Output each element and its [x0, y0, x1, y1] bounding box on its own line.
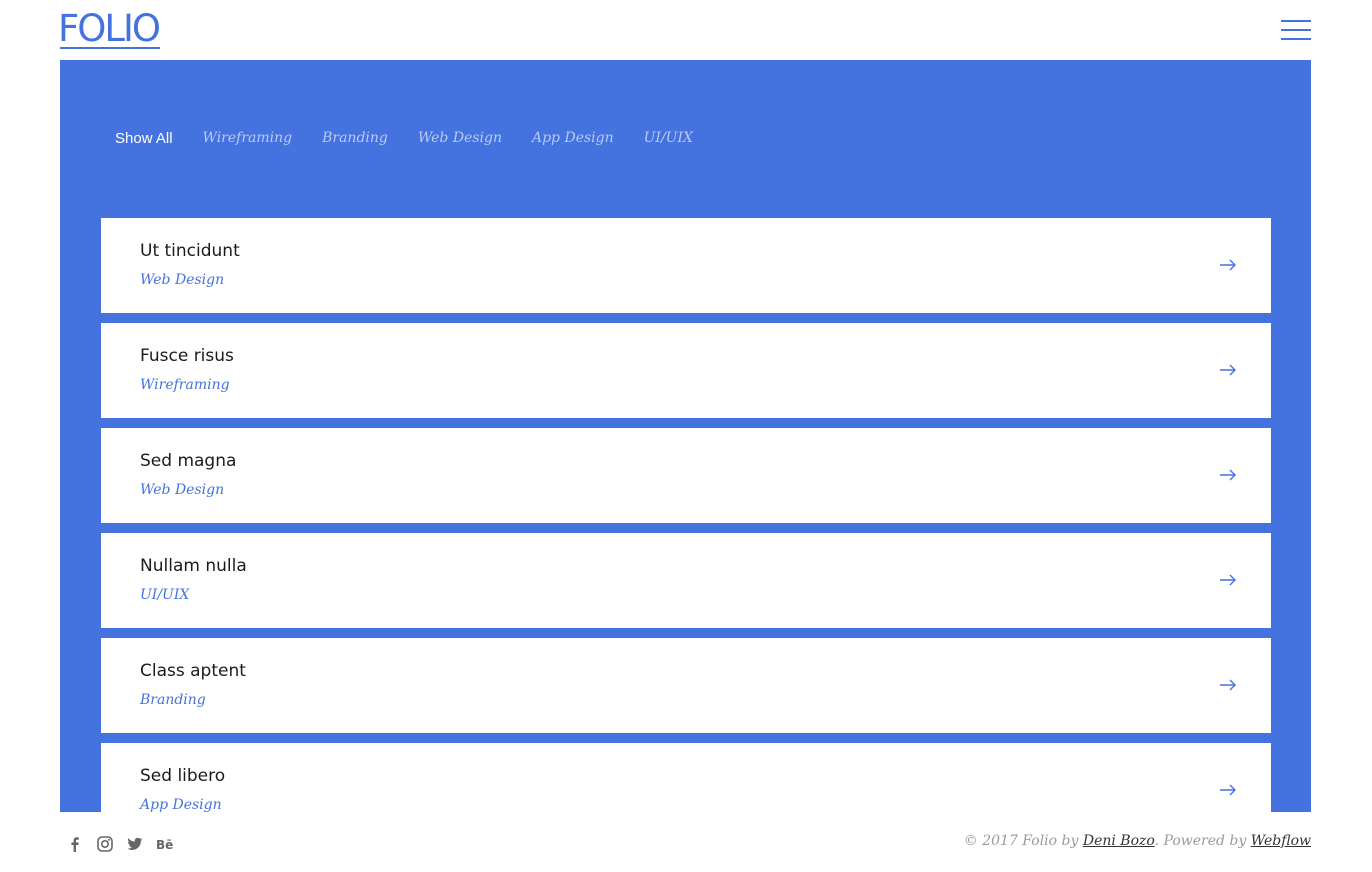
- filter-app-design[interactable]: App Design: [532, 130, 614, 147]
- hamburger-menu-icon[interactable]: [1281, 20, 1311, 40]
- project-category: Branding: [140, 692, 206, 708]
- behance-icon[interactable]: Bē: [156, 835, 174, 853]
- project-card[interactable]: Ut tincidunt Web Design: [101, 218, 1271, 313]
- filter-web-design[interactable]: Web Design: [418, 130, 502, 147]
- copyright-text: © 2017 Folio by: [963, 833, 1083, 849]
- facebook-icon[interactable]: [66, 835, 84, 853]
- filter-bar: Show All Wireframing Branding Web Design…: [115, 130, 723, 147]
- project-title: Sed libero: [140, 766, 226, 786]
- author-link[interactable]: Deni Bozo: [1083, 833, 1155, 849]
- arrow-right-icon: [1220, 469, 1236, 481]
- arrow-right-icon: [1220, 364, 1236, 376]
- twitter-icon[interactable]: [126, 835, 144, 853]
- arrow-right-icon: [1220, 784, 1236, 796]
- project-title: Class aptent: [140, 661, 246, 681]
- webflow-link[interactable]: Webflow: [1251, 833, 1311, 849]
- project-category: UI/UIX: [140, 587, 190, 603]
- powered-text: . Powered by: [1154, 833, 1251, 849]
- project-card[interactable]: Sed libero App Design: [101, 743, 1271, 812]
- portfolio-panel: Show All Wireframing Branding Web Design…: [60, 60, 1311, 812]
- project-category: App Design: [140, 797, 222, 812]
- filter-branding[interactable]: Branding: [322, 130, 388, 147]
- project-category: Wireframing: [140, 377, 230, 393]
- logo-underline: [60, 47, 160, 49]
- project-list: Ut tincidunt Web Design Fusce risus Wire…: [101, 218, 1271, 812]
- filter-ui-uix[interactable]: UI/UIX: [644, 130, 693, 147]
- instagram-icon[interactable]: [96, 835, 114, 853]
- folio-logo[interactable]: FOLIO: [58, 10, 161, 47]
- arrow-right-icon: [1220, 259, 1236, 271]
- project-card[interactable]: Fusce risus Wireframing: [101, 323, 1271, 418]
- project-card[interactable]: Class aptent Branding: [101, 638, 1271, 733]
- site-header: FOLIO: [0, 0, 1372, 60]
- project-category: Web Design: [140, 272, 225, 288]
- project-card[interactable]: Nullam nulla UI/UIX: [101, 533, 1271, 628]
- project-title: Nullam nulla: [140, 556, 247, 576]
- project-title: Ut tincidunt: [140, 241, 240, 261]
- filter-show-all[interactable]: Show All: [115, 130, 173, 147]
- project-category: Web Design: [140, 482, 225, 498]
- filter-wireframing[interactable]: Wireframing: [203, 130, 293, 147]
- project-title: Sed magna: [140, 451, 237, 471]
- project-title: Fusce risus: [140, 346, 234, 366]
- project-card[interactable]: Sed magna Web Design: [101, 428, 1271, 523]
- arrow-right-icon: [1220, 574, 1236, 586]
- arrow-right-icon: [1220, 679, 1236, 691]
- footer-credit: © 2017 Folio by Deni Bozo. Powered by We…: [964, 833, 1311, 849]
- svg-text:Bē: Bē: [156, 838, 173, 852]
- social-links: Bē: [66, 835, 186, 853]
